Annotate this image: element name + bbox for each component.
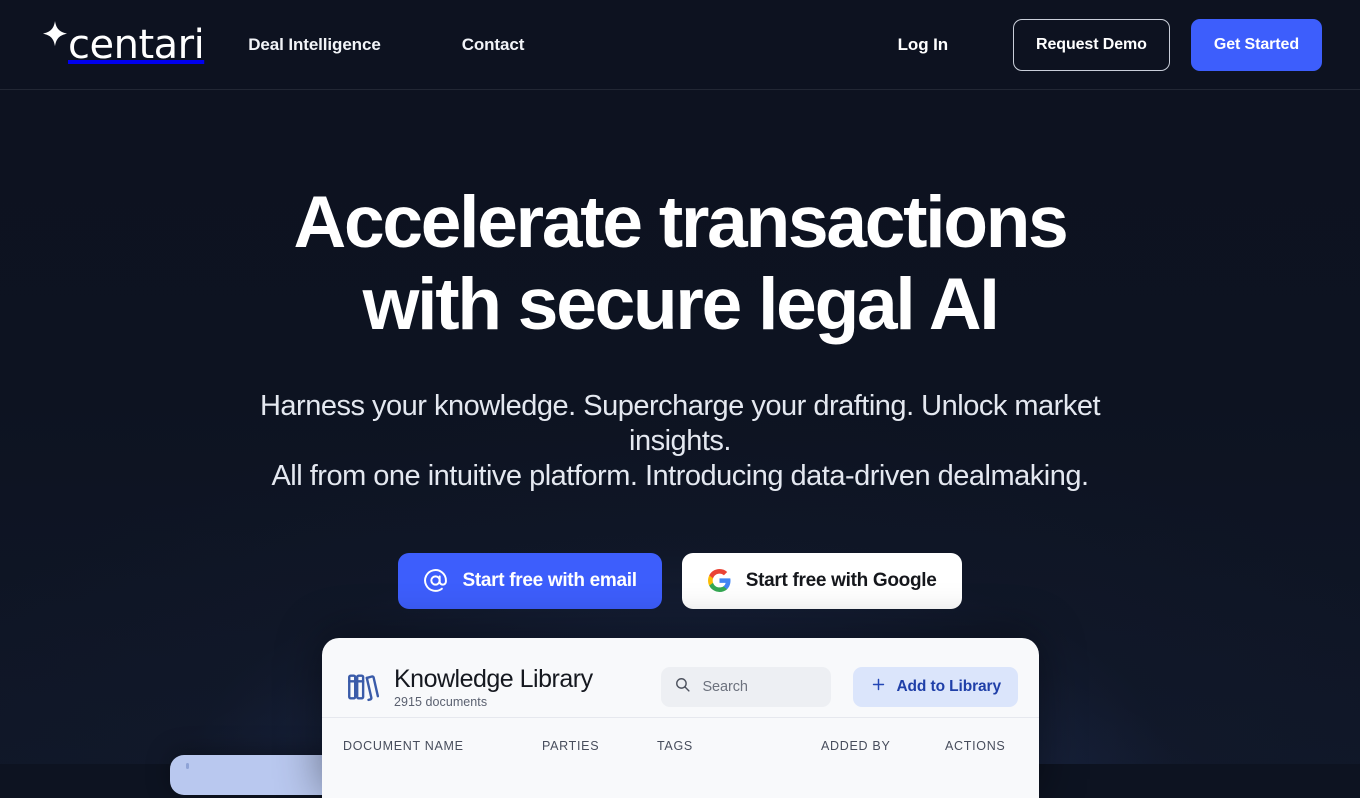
knowledge-library-actions: Search Add to Library: [661, 667, 1018, 707]
login-link[interactable]: Log In: [894, 27, 952, 63]
start-free-with-google-label: Start free with Google: [745, 569, 937, 591]
header-actions: Log In Request Demo Get Started: [894, 18, 1322, 71]
hero-cta-row: Start free with email Start free with Go…: [0, 552, 1360, 609]
knowledge-library-titles: Knowledge Library 2915 documents: [394, 664, 593, 709]
column-header-parties[interactable]: PARTIES: [542, 739, 657, 753]
column-header-actions: ACTIONS: [945, 739, 1006, 753]
search-input[interactable]: Search: [661, 667, 832, 707]
google-icon: [707, 568, 732, 593]
books-icon: [343, 668, 381, 706]
knowledge-library-table-header: DOCUMENT NAME PARTIES TAGS ADDED BY ACTI…: [322, 718, 1039, 774]
headline-line-2: with secure legal AI: [362, 263, 1000, 345]
nav-item-deal-intelligence[interactable]: Deal Intelligence: [248, 27, 381, 63]
site-header: centari Deal Intelligence Contact Log In…: [0, 0, 1360, 90]
add-to-library-label: Add to Library: [896, 678, 1001, 695]
page-title: Accelerate transactions with secure lega…: [200, 182, 1160, 346]
get-started-button[interactable]: Get Started: [1190, 18, 1322, 71]
search-icon: [674, 676, 691, 698]
knowledge-library-card: Knowledge Library 2915 documents Search: [322, 638, 1039, 798]
at-sign-icon: [423, 568, 448, 593]
knowledge-library-header: Knowledge Library 2915 documents Search: [322, 638, 1039, 716]
hero-section: Accelerate transactions with secure lega…: [0, 90, 1360, 609]
column-header-tags[interactable]: TAGS: [657, 739, 821, 753]
hero-subheading: Harness your knowledge. Supercharge your…: [220, 389, 1140, 495]
brand-logo[interactable]: centari: [40, 20, 205, 69]
search-placeholder: Search: [702, 679, 748, 695]
column-header-document-name[interactable]: DOCUMENT NAME: [343, 739, 542, 753]
start-free-with-google-button[interactable]: Start free with Google: [681, 552, 962, 609]
main-navigation: Deal Intelligence Contact: [248, 27, 605, 63]
sparkle-icon: [40, 20, 70, 55]
headline-line-1: Accelerate transactions: [293, 182, 1068, 263]
add-to-library-button[interactable]: Add to Library: [853, 667, 1018, 707]
subheading-line-1: Harness your knowledge. Supercharge your…: [259, 389, 1101, 457]
decorative-peek-chip: [170, 755, 338, 795]
knowledge-library-title: Knowledge Library: [394, 664, 593, 693]
nav-item-contact[interactable]: Contact: [462, 27, 525, 63]
column-header-added-by[interactable]: ADDED BY: [821, 739, 945, 753]
plus-icon: [870, 676, 887, 698]
request-demo-button[interactable]: Request Demo: [1013, 18, 1170, 71]
knowledge-library-document-count: 2915 documents: [394, 694, 488, 709]
brand-name: centari: [68, 21, 205, 68]
start-free-with-email-button[interactable]: Start free with email: [398, 552, 662, 609]
subheading-line-2: All from one intuitive platform. Introdu…: [271, 460, 1089, 493]
start-free-with-email-label: Start free with email: [462, 569, 637, 591]
